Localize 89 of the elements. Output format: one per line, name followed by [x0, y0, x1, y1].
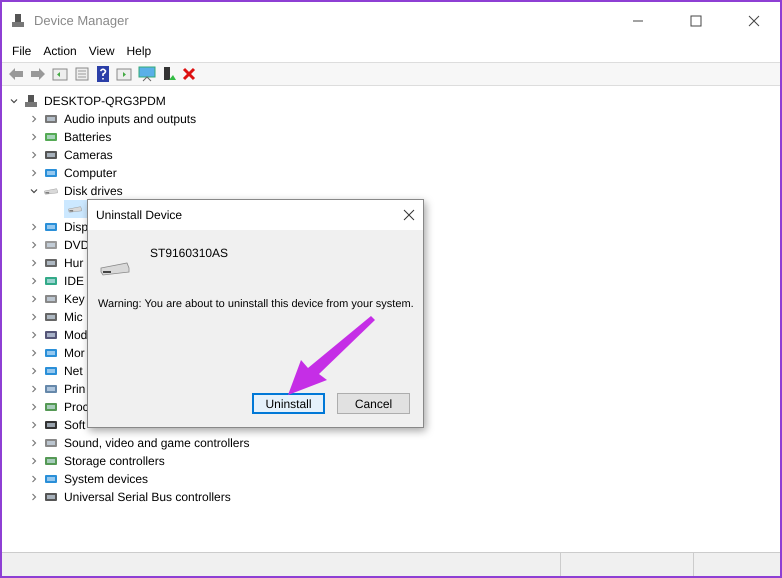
device-icon: [44, 346, 58, 360]
device-icon: [44, 148, 58, 162]
expand-chevron-icon[interactable]: [30, 367, 38, 375]
device-icon: [44, 256, 58, 270]
expand-chevron-icon[interactable]: [30, 313, 38, 321]
tree-item[interactable]: Disk drives: [64, 182, 123, 200]
disk-drive-icon: [68, 205, 82, 213]
device-icon: [44, 112, 58, 126]
tree-item[interactable]: Hur: [64, 254, 84, 272]
tree-item[interactable]: Cameras: [64, 146, 113, 164]
expand-chevron-icon[interactable]: [30, 403, 38, 411]
disk-drive-icon: [44, 187, 58, 195]
expand-chevron-icon[interactable]: [30, 259, 38, 267]
expand-chevron-icon[interactable]: [30, 295, 38, 303]
forward-arrow-icon[interactable]: [30, 67, 46, 81]
tree-item[interactable]: Mic: [64, 308, 83, 326]
tree-item[interactable]: Soft: [64, 416, 86, 434]
panel-icon[interactable]: [52, 67, 68, 81]
menu-item[interactable]: View: [82, 42, 120, 60]
collapse-chevron-icon[interactable]: [10, 97, 18, 105]
device-name: ST9160310AS: [150, 245, 228, 262]
monitor-scan-icon[interactable]: [138, 66, 156, 82]
properties-icon[interactable]: [74, 67, 90, 81]
tree-item[interactable]: Sound, video and game controllers: [64, 434, 250, 452]
device-icon: [44, 166, 58, 180]
help-icon[interactable]: [96, 66, 110, 82]
menu-item[interactable]: Action: [37, 42, 83, 60]
expand-chevron-icon[interactable]: [30, 457, 38, 465]
tree-item[interactable]: Mod: [64, 326, 88, 344]
close-icon[interactable]: [748, 15, 760, 27]
collapse-chevron-icon[interactable]: [30, 187, 38, 195]
device-icon: [44, 328, 58, 342]
tree-item[interactable]: System devices: [64, 470, 148, 488]
device-icon: [44, 454, 58, 468]
expand-chevron-icon[interactable]: [30, 349, 38, 357]
expand-chevron-icon[interactable]: [30, 169, 38, 177]
expand-chevron-icon[interactable]: [30, 385, 38, 393]
uninstall-icon[interactable]: [182, 67, 196, 81]
expand-chevron-icon[interactable]: [30, 331, 38, 339]
tree-item[interactable]: Universal Serial Bus controllers: [64, 488, 231, 506]
expand-chevron-icon[interactable]: [30, 151, 38, 159]
tree-item[interactable]: Computer: [64, 164, 117, 182]
back-arrow-icon[interactable]: [8, 67, 24, 81]
expand-chevron-icon[interactable]: [30, 277, 38, 285]
close-icon[interactable]: [403, 209, 415, 221]
tree-item[interactable]: Net: [64, 362, 83, 380]
tree-item[interactable]: Disp: [64, 218, 88, 236]
device-icon: [44, 418, 58, 432]
disk-drive-icon: [100, 260, 130, 276]
expand-chevron-icon[interactable]: [30, 241, 38, 249]
device-icon: [44, 310, 58, 324]
device-icon: [44, 238, 58, 252]
tree-item[interactable]: Key: [64, 290, 85, 308]
computer-icon: [24, 94, 38, 108]
window-title: Device Manager: [34, 12, 130, 30]
menu-item[interactable]: File: [6, 42, 38, 60]
device-icon: [44, 130, 58, 144]
expand-chevron-icon[interactable]: [30, 223, 38, 231]
tree-item[interactable]: Prin: [64, 380, 86, 398]
dialog-button[interactable]: Cancel: [337, 393, 410, 414]
maximize-icon[interactable]: [690, 15, 702, 27]
device-icon: [44, 436, 58, 450]
dialog-button[interactable]: Uninstall: [252, 393, 325, 414]
dialog-title: Uninstall Device: [96, 207, 184, 224]
expand-chevron-icon[interactable]: [30, 133, 38, 141]
tree-item[interactable]: IDE: [64, 272, 84, 290]
tree-item[interactable]: Audio inputs and outputs: [64, 110, 196, 128]
warning-text: Warning: You are about to uninstall this device from your system.: [97, 297, 415, 312]
expand-chevron-icon[interactable]: [30, 475, 38, 483]
expand-chevron-icon[interactable]: [30, 493, 38, 501]
device-icon: [44, 490, 58, 504]
menu-item[interactable]: Help: [120, 42, 158, 60]
expand-chevron-icon[interactable]: [30, 421, 38, 429]
device-icon: [44, 472, 58, 486]
tree-item[interactable]: Batteries: [64, 128, 112, 146]
device-icon: [44, 274, 58, 288]
expand-chevron-icon[interactable]: [30, 439, 38, 447]
tree-item[interactable]: Storage controllers: [64, 452, 165, 470]
device-icon: [44, 292, 58, 306]
device-icon: [44, 382, 58, 396]
device-icon: [44, 220, 58, 234]
tree-item[interactable]: Mor: [64, 344, 85, 362]
expand-chevron-icon[interactable]: [30, 115, 38, 123]
device-icon: [44, 400, 58, 414]
tree-item[interactable]: DESKTOP-QRG3PDM: [44, 92, 166, 110]
add-driver-icon[interactable]: [162, 66, 176, 82]
app-icon: [10, 13, 26, 29]
device-icon: [44, 364, 58, 378]
panel-icon[interactable]: [116, 67, 132, 81]
